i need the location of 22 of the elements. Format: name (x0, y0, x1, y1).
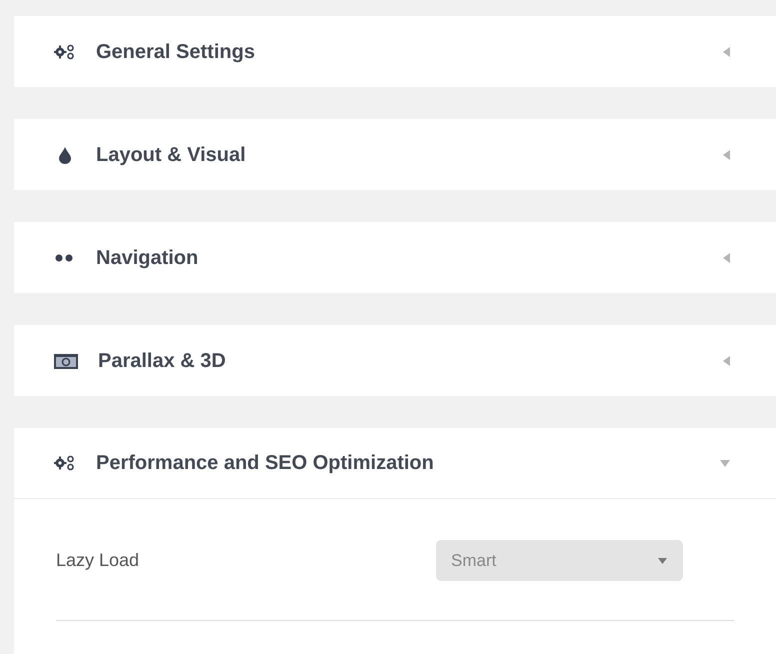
panel-header[interactable]: General Settings (14, 16, 776, 87)
caret-down-icon (720, 460, 730, 466)
panel-title: Layout & Visual (96, 142, 247, 168)
gears-icon (54, 455, 76, 471)
panel-title: Parallax & 3D (98, 348, 227, 374)
caret-left-icon (723, 356, 730, 366)
gears-icon (54, 44, 76, 60)
select-value: Smart (451, 550, 496, 572)
panel-header[interactable]: Performance and SEO Optimization (14, 428, 776, 499)
panel-header[interactable]: Navigation (14, 222, 776, 293)
panel-header[interactable]: Parallax & 3D (14, 325, 776, 396)
caret-left-icon (723, 46, 730, 56)
panel-header[interactable]: Layout & Visual (14, 119, 776, 190)
camera-icon (54, 352, 78, 368)
panel-title: Navigation (96, 246, 200, 270)
drop-icon (58, 146, 72, 164)
panel-title: General Settings (96, 40, 256, 64)
caret-down-icon (658, 558, 667, 564)
panel-title: Performance and SEO Optimization (96, 451, 435, 476)
caret-left-icon (723, 252, 730, 262)
field-label: Lazy Load (56, 549, 140, 572)
caret-left-icon (723, 150, 730, 160)
